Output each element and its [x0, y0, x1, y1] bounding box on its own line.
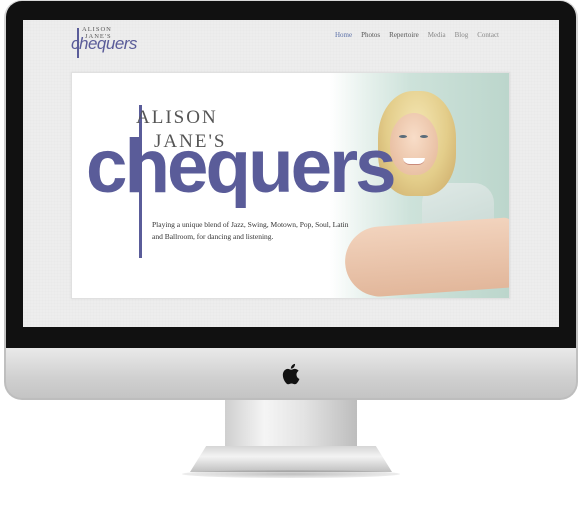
- nav-home[interactable]: Home: [335, 31, 352, 39]
- nav-repertoire[interactable]: Repertoire: [389, 31, 419, 39]
- logo-top-text: ALISON: [82, 26, 112, 33]
- stand-shadow: [182, 470, 400, 478]
- hero-tagline: Playing a unique blend of Jazz, Swing, M…: [152, 220, 349, 241]
- nav-photos[interactable]: Photos: [361, 31, 380, 39]
- hero-banner: ALISON JANE'S chequers Playing a unique …: [71, 72, 510, 299]
- monitor-stand-base: [190, 446, 392, 472]
- nav-media[interactable]: Media: [428, 31, 446, 39]
- photo-eye-left: [399, 135, 407, 138]
- apple-logo-icon: [282, 363, 300, 385]
- nav-contact[interactable]: Contact: [477, 31, 499, 39]
- main-nav: Home Photos Repertoire Media Blog Contac…: [335, 31, 499, 39]
- monitor-stand-neck: [225, 400, 357, 448]
- photo-smile: [403, 158, 425, 165]
- photo-arm: [342, 217, 509, 298]
- logo-main-text: chequers: [71, 34, 137, 53]
- nav-blog[interactable]: Blog: [455, 31, 469, 39]
- screen: ALISON JANE'S chequers Home Photos Reper…: [23, 20, 559, 327]
- photo-eye-right: [420, 135, 428, 138]
- site-logo[interactable]: ALISON JANE'S chequers: [67, 22, 137, 66]
- hero-title-main: chequers: [86, 124, 397, 209]
- photo-face: [390, 113, 438, 175]
